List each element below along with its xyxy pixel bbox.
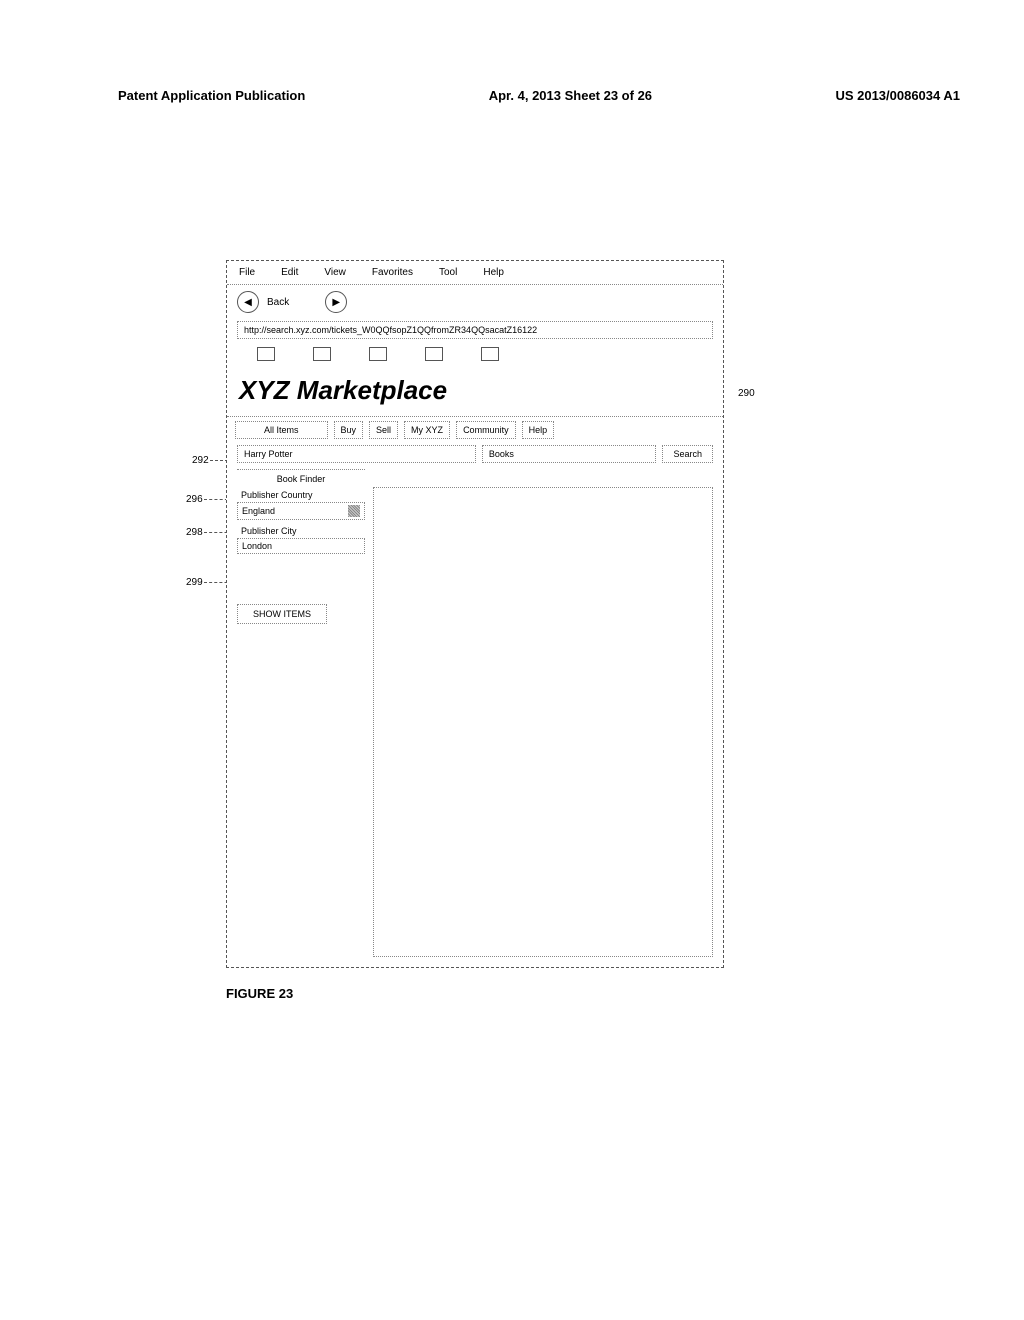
finder-title: Book Finder [237, 470, 365, 488]
header-center: Apr. 4, 2013 Sheet 23 of 26 [489, 88, 652, 103]
publisher-country-select[interactable]: England [237, 502, 365, 520]
tab-buy[interactable]: Buy [334, 421, 364, 439]
results-pane [373, 487, 713, 957]
search-input[interactable]: Harry Potter [237, 445, 476, 463]
arrow-right-icon: ▶ [332, 297, 340, 308]
ref-290: 290 [738, 388, 755, 399]
publisher-country-value: England [242, 506, 275, 516]
toolbar-icons [227, 343, 723, 369]
menu-view[interactable]: View [324, 267, 346, 278]
ref-298: 298 [186, 527, 203, 538]
menu-help[interactable]: Help [483, 267, 504, 278]
menu-edit[interactable]: Edit [281, 267, 298, 278]
tab-my-xyz[interactable]: My XYZ [404, 421, 450, 439]
toolbar-icon[interactable] [313, 347, 331, 361]
tab-help[interactable]: Help [522, 421, 555, 439]
address-bar[interactable]: http://search.xyz.com/tickets_W0QQfsopZ1… [237, 321, 713, 339]
header-left: Patent Application Publication [118, 88, 305, 103]
page-header: Patent Application Publication Apr. 4, 2… [118, 88, 960, 103]
toolbar-icon[interactable] [425, 347, 443, 361]
publisher-city-input[interactable]: London [237, 538, 365, 554]
show-items-button[interactable]: SHOW ITEMS [237, 604, 327, 624]
figure-label: FIGURE 23 [226, 986, 724, 1001]
menu-favorites[interactable]: Favorites [372, 267, 413, 278]
publisher-country-label: Publisher Country [237, 488, 365, 502]
book-finder-panel: Book Finder Publisher Country England Pu… [237, 469, 365, 957]
back-label: Back [267, 297, 289, 308]
tab-sell[interactable]: Sell [369, 421, 398, 439]
menu-bar: File Edit View Favorites Tool Help [227, 261, 723, 285]
toolbar-icon[interactable] [257, 347, 275, 361]
toolbar-icon[interactable] [481, 347, 499, 361]
tab-community[interactable]: Community [456, 421, 516, 439]
toolbar-icon[interactable] [369, 347, 387, 361]
browser-window: File Edit View Favorites Tool Help ◀ Bac… [226, 260, 724, 1001]
back-button[interactable]: ◀ [237, 291, 259, 313]
chevron-down-icon [348, 505, 360, 517]
tab-all-items[interactable]: All Items [235, 421, 328, 439]
publisher-city-label: Publisher City [237, 524, 365, 538]
category-select[interactable]: Books [482, 445, 657, 463]
ref-292: 292 [192, 455, 209, 466]
search-button[interactable]: Search [662, 445, 713, 463]
search-row: Harry Potter Books Search [227, 439, 723, 469]
nav-toolbar: ◀ Back ▶ [227, 285, 723, 319]
publisher-city-value: London [242, 541, 272, 551]
forward-button[interactable]: ▶ [325, 291, 347, 313]
menu-file[interactable]: File [239, 267, 255, 278]
nav-tabs: All Items Buy Sell My XYZ Community Help [227, 421, 723, 439]
header-right: US 2013/0086034 A1 [835, 88, 960, 103]
arrow-left-icon: ◀ [244, 297, 252, 308]
menu-tool[interactable]: Tool [439, 267, 457, 278]
ref-296: 296 [186, 494, 203, 505]
ref-299: 299 [186, 577, 203, 588]
site-title: XYZ Marketplace [227, 369, 723, 417]
